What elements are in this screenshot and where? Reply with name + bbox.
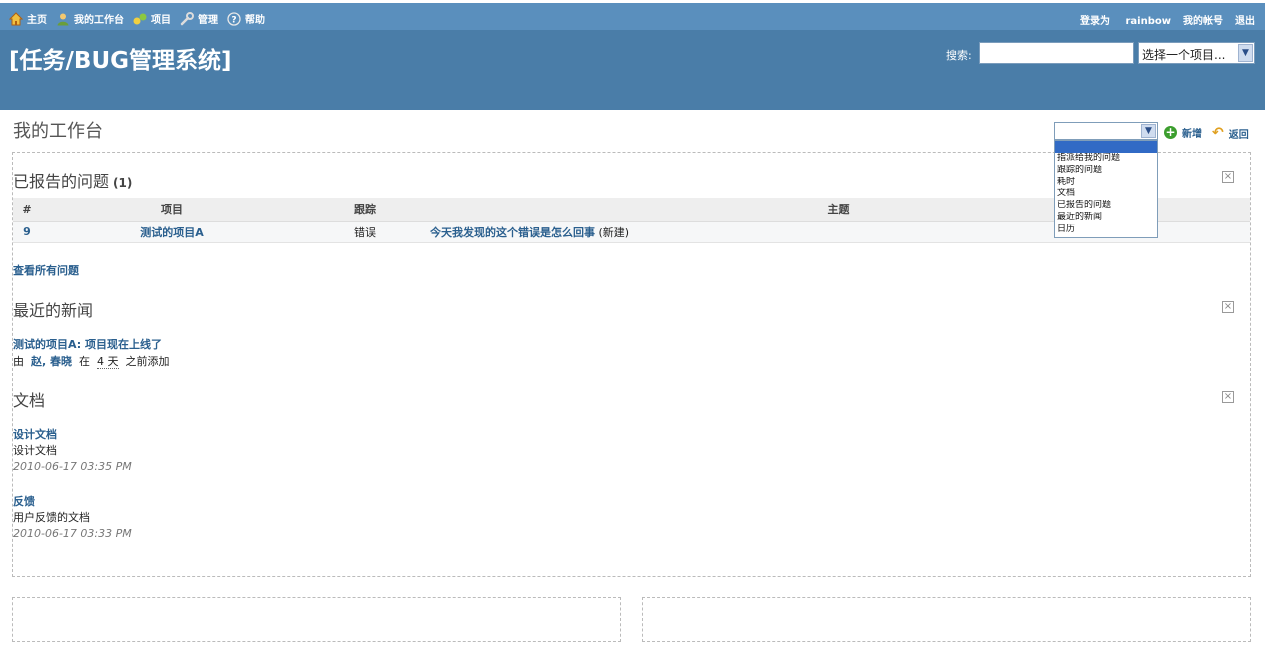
dropdown-option[interactable]: 指派给我的问题	[1055, 153, 1157, 165]
menu-label-projects: 项目	[151, 15, 171, 26]
dropdown-option[interactable]: 耗时	[1055, 177, 1157, 189]
top-menu-bar: 主页 我的工作台 项目 管理 ? 帮助 登录为 rainbow 我的帐号 退出	[0, 3, 1265, 30]
dropdown-option[interactable]: 文档	[1055, 188, 1157, 200]
add-label: 新增	[1182, 129, 1202, 140]
add-block-button[interactable]: + 新增	[1164, 125, 1202, 140]
chevron-down-icon[interactable]: ▼	[1238, 44, 1253, 62]
document-date: 2010-06-17 03:35 PM	[13, 460, 132, 473]
issue-status: (新建)	[598, 225, 630, 239]
my-account-link[interactable]: 我的帐号	[1183, 12, 1223, 27]
issue-project-link[interactable]: 测试的项目A	[140, 226, 204, 239]
wrench-icon	[180, 11, 194, 26]
view-all-issues-link[interactable]: 查看所有问题	[13, 262, 79, 278]
dropdown-option[interactable]: 已报告的问题	[1055, 200, 1157, 212]
dropdown-option[interactable]: 最近的新闻	[1055, 212, 1157, 224]
document-description: 设计文档	[13, 444, 57, 457]
logged-in-label: 登录为	[1080, 16, 1111, 27]
menu-item-projects[interactable]: 项目	[133, 11, 171, 26]
close-icon[interactable]: ×	[1222, 171, 1234, 183]
column-header-id[interactable]: #	[13, 198, 41, 222]
news-by: 由	[13, 355, 24, 368]
dropdown-option[interactable]: 日历	[1055, 224, 1157, 236]
search-label: 搜索:	[946, 49, 972, 62]
news-at: 在	[79, 355, 91, 368]
user-icon	[56, 12, 70, 26]
left-block-area	[12, 597, 621, 642]
column-header-project[interactable]: 项目	[41, 198, 303, 222]
news-time-ago[interactable]: 4 天	[97, 355, 119, 369]
issue-subject-link[interactable]: 今天我发现的这个错误是怎么回事	[430, 226, 595, 239]
news-author-link[interactable]: 赵, 春晓	[31, 355, 72, 368]
menu-label-my-page: 我的工作台	[74, 15, 124, 26]
issues-count: (1)	[113, 176, 133, 190]
issue-id-link[interactable]: 9	[23, 225, 31, 238]
top-menu: 主页 我的工作台 项目 管理 ? 帮助	[8, 11, 274, 26]
reported-issues-heading: 已报告的问题	[13, 172, 110, 191]
plus-icon: +	[1164, 125, 1177, 139]
documents-title: 文档	[13, 391, 46, 410]
news-title: 最近的新闻	[13, 301, 94, 320]
account-menu: 登录为 rainbow 我的帐号 退出	[1056, 12, 1255, 27]
right-block-area	[642, 597, 1251, 642]
close-icon[interactable]: ×	[1222, 391, 1234, 403]
dropdown-option-empty[interactable]	[1055, 141, 1157, 153]
page-title: 我的工作台	[13, 121, 103, 142]
document-date: 2010-06-17 03:33 PM	[13, 527, 132, 540]
document-title-link[interactable]: 设计文档	[13, 426, 57, 442]
projects-icon	[133, 12, 147, 26]
logout-link[interactable]: 退出	[1235, 12, 1255, 27]
search-input[interactable]	[979, 42, 1134, 64]
undo-icon: ↶	[1212, 125, 1224, 141]
menu-label-admin: 管理	[198, 15, 218, 26]
chevron-down-icon[interactable]: ▼	[1141, 124, 1156, 138]
header: [任务/BUG管理系统] 搜索: 选择一个项目... ▼	[0, 30, 1265, 110]
menu-label-help: 帮助	[245, 15, 265, 26]
block-select[interactable]: ▼	[1054, 122, 1158, 140]
logged-in-as: 登录为 rainbow	[1068, 12, 1171, 27]
help-icon: ?	[227, 11, 241, 26]
back-label: 返回	[1228, 129, 1249, 141]
menu-item-home[interactable]: 主页	[8, 11, 47, 26]
menu-label-home: 主页	[27, 15, 47, 26]
dropdown-option[interactable]: 跟踪的问题	[1055, 165, 1157, 177]
menu-item-admin[interactable]: 管理	[180, 11, 218, 26]
column-header-tracker[interactable]: 跟踪	[303, 198, 427, 222]
news-suffix: 之前添加	[125, 355, 170, 368]
project-jump-select[interactable]: 选择一个项目... ▼	[1138, 42, 1255, 64]
document-title-link[interactable]: 反馈	[13, 493, 35, 509]
block-dropdown-list: 指派给我的问题 跟踪的问题 耗时 文档 已报告的问题 最近的新闻 日历	[1054, 140, 1158, 238]
menu-item-help[interactable]: ? 帮助	[227, 11, 265, 26]
back-button[interactable]: ↶ 返回	[1212, 125, 1249, 141]
issue-tracker: 错误	[303, 221, 427, 243]
project-select-value: 选择一个项目...	[1142, 48, 1226, 62]
news-item-link[interactable]: 测试的项目A: 项目现在上线了	[13, 336, 162, 352]
username-link[interactable]: rainbow	[1126, 16, 1172, 27]
news-meta: 由 赵, 春晓 在 4 天 之前添加	[13, 353, 170, 369]
reported-issues-title: 已报告的问题 (1)	[13, 168, 132, 192]
close-icon[interactable]: ×	[1222, 301, 1234, 313]
home-icon	[8, 11, 24, 26]
app-title[interactable]: [任务/BUG管理系统]	[9, 41, 232, 75]
menu-item-my-page[interactable]: 我的工作台	[56, 11, 124, 26]
svg-text:?: ?	[231, 15, 236, 25]
document-description: 用户反馈的文档	[13, 511, 90, 524]
